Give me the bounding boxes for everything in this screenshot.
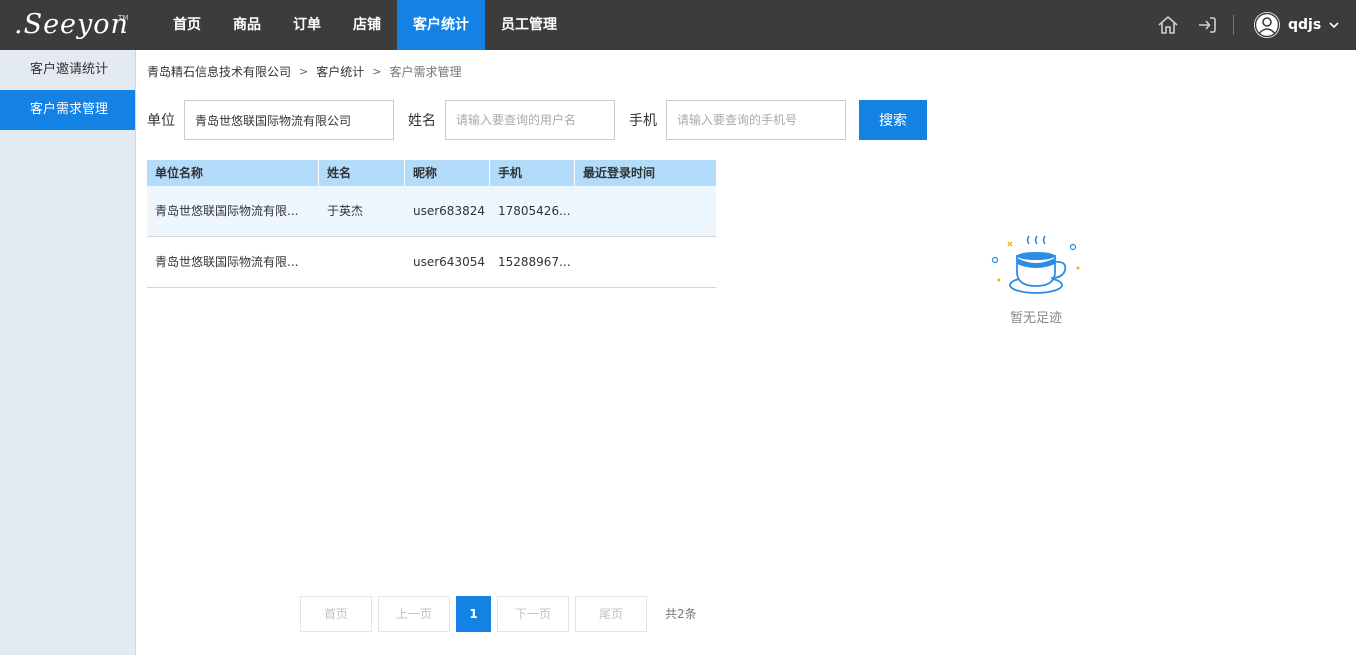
avatar-icon xyxy=(1254,12,1280,38)
home-icon[interactable] xyxy=(1157,14,1179,36)
breadcrumb-section[interactable]: 客户统计 xyxy=(316,63,364,80)
cell-phone: 15288967... xyxy=(498,255,571,269)
chevron-down-icon xyxy=(1329,22,1339,29)
sidebar: 客户邀请统计 客户需求管理 xyxy=(0,50,136,655)
prev-page-button[interactable]: 上一页 xyxy=(378,596,450,632)
unit-label: 单位 xyxy=(147,113,175,129)
cell-last-login xyxy=(575,237,716,287)
column-header-name: 姓名 xyxy=(319,160,405,186)
customer-table: 单位名称 姓名 昵称 手机 最近登录时间 青岛世悠联国际物流有限... 于英杰 … xyxy=(147,160,716,288)
cell-unit: 青岛世悠联国际物流有限... xyxy=(155,204,299,218)
nav-item-customer-stats[interactable]: 客户统计 xyxy=(397,0,485,50)
unit-field[interactable] xyxy=(184,100,394,140)
breadcrumb-company[interactable]: 青岛精石信息技术有限公司 xyxy=(147,63,291,80)
last-page-button[interactable]: 尾页 xyxy=(575,596,647,632)
column-header-last-login: 最近登录时间 xyxy=(583,166,656,180)
logo-text: .Seeyon xyxy=(14,9,129,40)
user-menu[interactable]: qdjs xyxy=(1253,11,1339,39)
column-header-unit: 单位名称 xyxy=(147,160,319,186)
first-page-button[interactable]: 首页 xyxy=(300,596,372,632)
username: qdjs xyxy=(1288,17,1322,33)
sidebar-item-customer-invite-stats[interactable]: 客户邀请统计 xyxy=(0,50,135,90)
cell-last-login xyxy=(575,186,716,236)
cell-name xyxy=(319,237,405,287)
coffee-cup-icon xyxy=(991,235,1080,294)
table-row[interactable]: 青岛世悠联国际物流有限... 于英杰 user683824 17805426..… xyxy=(147,186,716,237)
breadcrumb: 青岛精石信息技术有限公司 > 客户统计 > 客户需求管理 xyxy=(147,62,461,80)
nav-item-shop[interactable]: 店铺 xyxy=(337,0,397,50)
pagination-total: 共2条 xyxy=(665,607,697,621)
nav-item-products[interactable]: 商品 xyxy=(217,0,277,50)
nav-item-home[interactable]: 首页 xyxy=(157,0,217,50)
breadcrumb-separator: > xyxy=(372,64,382,78)
main-nav: 首页 商品 订单 店铺 客户统计 员工管理 xyxy=(157,0,573,50)
cell-unit: 青岛世悠联国际物流有限... xyxy=(155,255,299,269)
next-page-button[interactable]: 下一页 xyxy=(497,596,569,632)
cell-phone: 17805426... xyxy=(498,204,571,218)
cell-nickname: user643054 xyxy=(413,255,485,269)
column-header-phone: 手机 xyxy=(490,160,575,186)
column-header-nickname: 昵称 xyxy=(405,160,490,186)
table-header: 单位名称 姓名 昵称 手机 最近登录时间 xyxy=(147,160,716,186)
name-search-input[interactable] xyxy=(445,100,615,140)
logout-icon[interactable] xyxy=(1196,14,1218,36)
phone-label: 手机 xyxy=(629,113,657,129)
breadcrumb-current: 客户需求管理 xyxy=(389,64,462,79)
page-number-button[interactable]: 1 xyxy=(456,596,491,632)
logo-trademark: TM xyxy=(118,14,129,22)
cell-nickname: user683824 xyxy=(413,204,485,218)
table-row[interactable]: 青岛世悠联国际物流有限... user643054 15288967... xyxy=(147,237,716,288)
nav-item-orders[interactable]: 订单 xyxy=(277,0,337,50)
seeyon-logo[interactable]: .Seeyon TM xyxy=(10,8,130,42)
search-button[interactable]: 搜索 xyxy=(859,100,927,140)
breadcrumb-separator: > xyxy=(299,64,309,78)
nav-item-staff-management[interactable]: 员工管理 xyxy=(485,0,573,50)
toolbar-divider xyxy=(1233,15,1234,35)
name-label: 姓名 xyxy=(408,113,436,129)
top-navigation-bar: .Seeyon TM 首页 商品 订单 店铺 客户统计 员工管理 qdjs xyxy=(0,0,1356,50)
empty-state-text: 暂无足迹 xyxy=(1009,311,1062,326)
sidebar-item-customer-demand-management[interactable]: 客户需求管理 xyxy=(0,90,135,130)
phone-search-input[interactable] xyxy=(666,100,846,140)
cell-name: 于英杰 xyxy=(327,204,364,218)
